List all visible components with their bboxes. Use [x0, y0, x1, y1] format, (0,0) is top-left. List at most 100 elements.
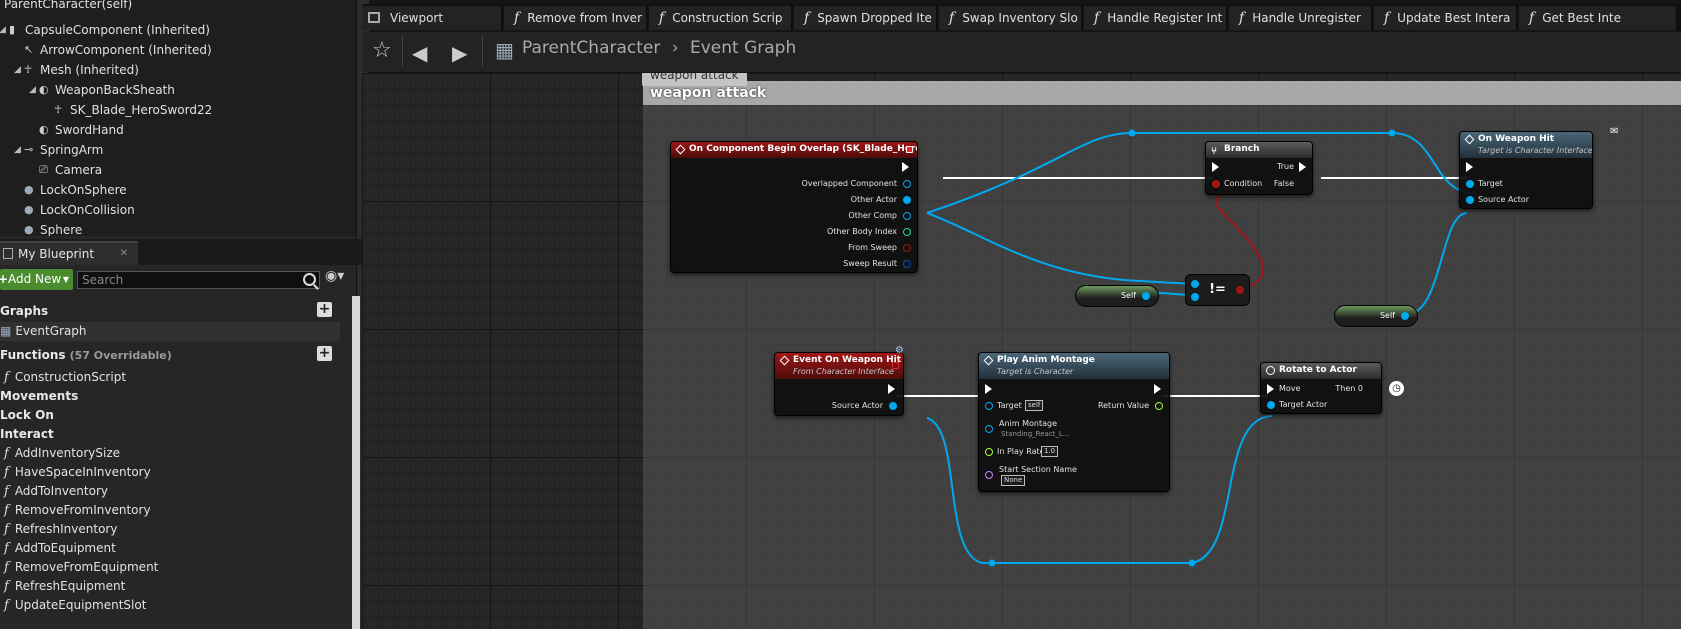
node-self[interactable]: Self	[1075, 285, 1159, 307]
close-icon[interactable]: ✕	[120, 243, 128, 265]
category-header[interactable]: Interact	[0, 425, 340, 444]
exec-out-pin[interactable]	[1154, 384, 1161, 394]
add-graph-button[interactable]: +	[317, 302, 332, 317]
pin-condition[interactable]	[1212, 180, 1220, 188]
graphs-section-header[interactable]: Graphs +	[0, 302, 340, 321]
exec-in-pin[interactable]	[1466, 162, 1473, 172]
breadcrumb-root[interactable]: ParentCharacter	[522, 38, 660, 58]
node-header[interactable]: Rotate to Actor	[1261, 363, 1381, 379]
node-header[interactable]: On Weapon Hit Target is Character Interfa…	[1460, 132, 1592, 158]
search-input[interactable]: Search	[77, 271, 320, 289]
node-branch[interactable]: ⑂ Branch True Condition False	[1205, 141, 1313, 195]
function-item[interactable]: f UpdateEquipmentSlot	[0, 596, 340, 615]
exec-in-pin[interactable]	[1267, 384, 1274, 394]
expand-arrow-icon[interactable]: ◢	[0, 20, 6, 40]
exec-out-pin[interactable]	[1579, 162, 1586, 172]
add-function-button[interactable]: +	[317, 346, 332, 361]
exec-out-pin[interactable]	[902, 162, 909, 172]
tab-spawn-dropped-ite[interactable]: f Spawn Dropped Ite	[794, 6, 937, 30]
forward-arrow-icon[interactable]: ▶	[452, 41, 467, 65]
tab-label: Get Best Inte	[1542, 11, 1622, 25]
event-graph-canvas[interactable]: weapon attack weapon attack On Component…	[362, 73, 1681, 629]
view-options-icon[interactable]: ◉▾	[325, 268, 344, 284]
tab-remove-from-inver[interactable]: f Remove from Inver	[504, 6, 647, 30]
pin-in-play-rate[interactable]	[985, 448, 993, 456]
function-item[interactable]: f AddToInventory	[0, 482, 340, 501]
node-header[interactable]: On Component Begin Overlap (SK_Blade_Her…	[671, 142, 917, 158]
node-not-equal[interactable]: !=	[1185, 274, 1250, 306]
pin-other-comp[interactable]	[903, 212, 911, 220]
pin-from-sweep[interactable]	[903, 244, 911, 252]
function-item[interactable]: f RemoveFromInventory	[0, 501, 340, 520]
target-value-box[interactable]: self	[1025, 400, 1044, 411]
exec-in-pin[interactable]	[1212, 162, 1219, 172]
function-item[interactable]: f RefreshEquipment	[0, 577, 340, 596]
node-on-weapon-hit[interactable]: On Weapon Hit Target is Character Interfa…	[1459, 131, 1593, 209]
start-section-input[interactable]: None	[1001, 475, 1026, 486]
node-event-on-weapon-hit[interactable]: Event On Weapon Hit From Character Interf…	[774, 352, 904, 416]
pin-return[interactable]	[1236, 286, 1244, 294]
tab-handle-register-int[interactable]: f Handle Register Int	[1084, 6, 1227, 30]
functions-section-header[interactable]: Functions (57 Overridable) +	[0, 346, 340, 365]
tab-update-best-intera[interactable]: f Update Best Intera	[1374, 6, 1517, 30]
exec-in-pin[interactable]	[985, 384, 992, 394]
expand-arrow-icon[interactable]: ◢	[14, 60, 21, 80]
expand-arrow-icon[interactable]: ◢	[14, 140, 21, 160]
pin-target[interactable]	[985, 402, 993, 410]
node-play-anim-montage[interactable]: Play Anim Montage Target is Character Tar…	[978, 352, 1170, 492]
tab-get-best-inte[interactable]: f Get Best Inte	[1519, 6, 1677, 30]
skeletal-mesh-icon: ☥	[24, 63, 33, 76]
node-header[interactable]: ⑂ Branch	[1206, 142, 1312, 158]
my-blueprint-scrollbar[interactable]	[352, 296, 360, 629]
category-header[interactable]: Movements	[0, 387, 340, 406]
node-self[interactable]: Self	[1334, 305, 1418, 327]
function-item[interactable]: f RefreshInventory	[0, 520, 340, 539]
category-header[interactable]: Lock On	[0, 406, 340, 425]
node-on-component-begin-overlap[interactable]: On Component Begin Overlap (SK_Blade_Her…	[670, 141, 918, 273]
add-new-button[interactable]: + Add New ▼	[0, 269, 73, 290]
node-header[interactable]: Event On Weapon Hit From Character Interf…	[775, 353, 903, 379]
graph-item-eventgraph[interactable]: ▦ EventGraph	[0, 322, 340, 341]
function-item[interactable]: f AddInventorySize	[0, 444, 340, 463]
node-header[interactable]: Play Anim Montage Target is Character	[979, 353, 1169, 379]
tab-viewport[interactable]: Viewport	[362, 6, 502, 30]
delegate-pin-icon[interactable]	[892, 362, 899, 369]
back-arrow-icon[interactable]: ◀	[412, 41, 427, 65]
tab-construction-scrip[interactable]: f Construction Scrip	[649, 6, 792, 30]
function-item[interactable]: f AddToEquipment	[0, 539, 340, 558]
play-rate-input[interactable]: 1.0	[1041, 446, 1059, 457]
components-root[interactable]: ParentCharacter(self)	[4, 0, 132, 14]
pin-source-actor[interactable]	[889, 402, 897, 410]
pin-source-actor[interactable]	[1466, 196, 1474, 204]
pin-other-actor[interactable]	[903, 196, 911, 204]
pin-target[interactable]	[1466, 180, 1474, 188]
tab-handle-unregister[interactable]: f Handle Unregister	[1229, 6, 1372, 30]
pin-start-section-name[interactable]	[985, 471, 993, 479]
my-blueprint-tab[interactable]: My Blueprint ✕	[0, 241, 138, 265]
search-icon[interactable]	[303, 273, 316, 286]
exec-out-pin[interactable]	[888, 384, 895, 394]
star-icon[interactable]: ☆	[372, 38, 392, 63]
exec-false-pin[interactable]	[1299, 179, 1306, 189]
pin-other-body-index[interactable]	[903, 228, 911, 236]
function-item[interactable]: f RemoveFromEquipment	[0, 558, 340, 577]
function-item[interactable]: f ConstructionScript	[0, 368, 340, 387]
pin-sweep-result[interactable]	[903, 260, 911, 268]
pin-a[interactable]	[1191, 280, 1199, 288]
pin-anim-montage[interactable]	[985, 425, 993, 433]
pin-target-actor[interactable]	[1267, 401, 1275, 409]
pin-self-out[interactable]	[1401, 312, 1409, 320]
exec-then-pin[interactable]	[1368, 384, 1375, 394]
anim-montage-asset-picker[interactable]: Standing_React_L...	[1001, 429, 1070, 439]
pin-b[interactable]	[1191, 293, 1199, 301]
pin-self-out[interactable]	[1142, 292, 1150, 300]
pin-overlapped-component[interactable]	[903, 180, 911, 188]
tab-swap-inventory-slo[interactable]: f Swap Inventory Slo	[939, 6, 1082, 30]
exec-true-pin[interactable]	[1299, 162, 1306, 172]
pin-return-value[interactable]	[1155, 402, 1163, 410]
delegate-pin-icon[interactable]	[906, 146, 913, 153]
expand-arrow-icon[interactable]: ◢	[29, 80, 36, 100]
function-item[interactable]: f HaveSpaceInInventory	[0, 463, 340, 482]
node-rotate-to-actor[interactable]: Rotate to Actor Move Then 0 Target Actor	[1260, 362, 1382, 414]
comment-title[interactable]: weapon attack	[643, 81, 1681, 105]
